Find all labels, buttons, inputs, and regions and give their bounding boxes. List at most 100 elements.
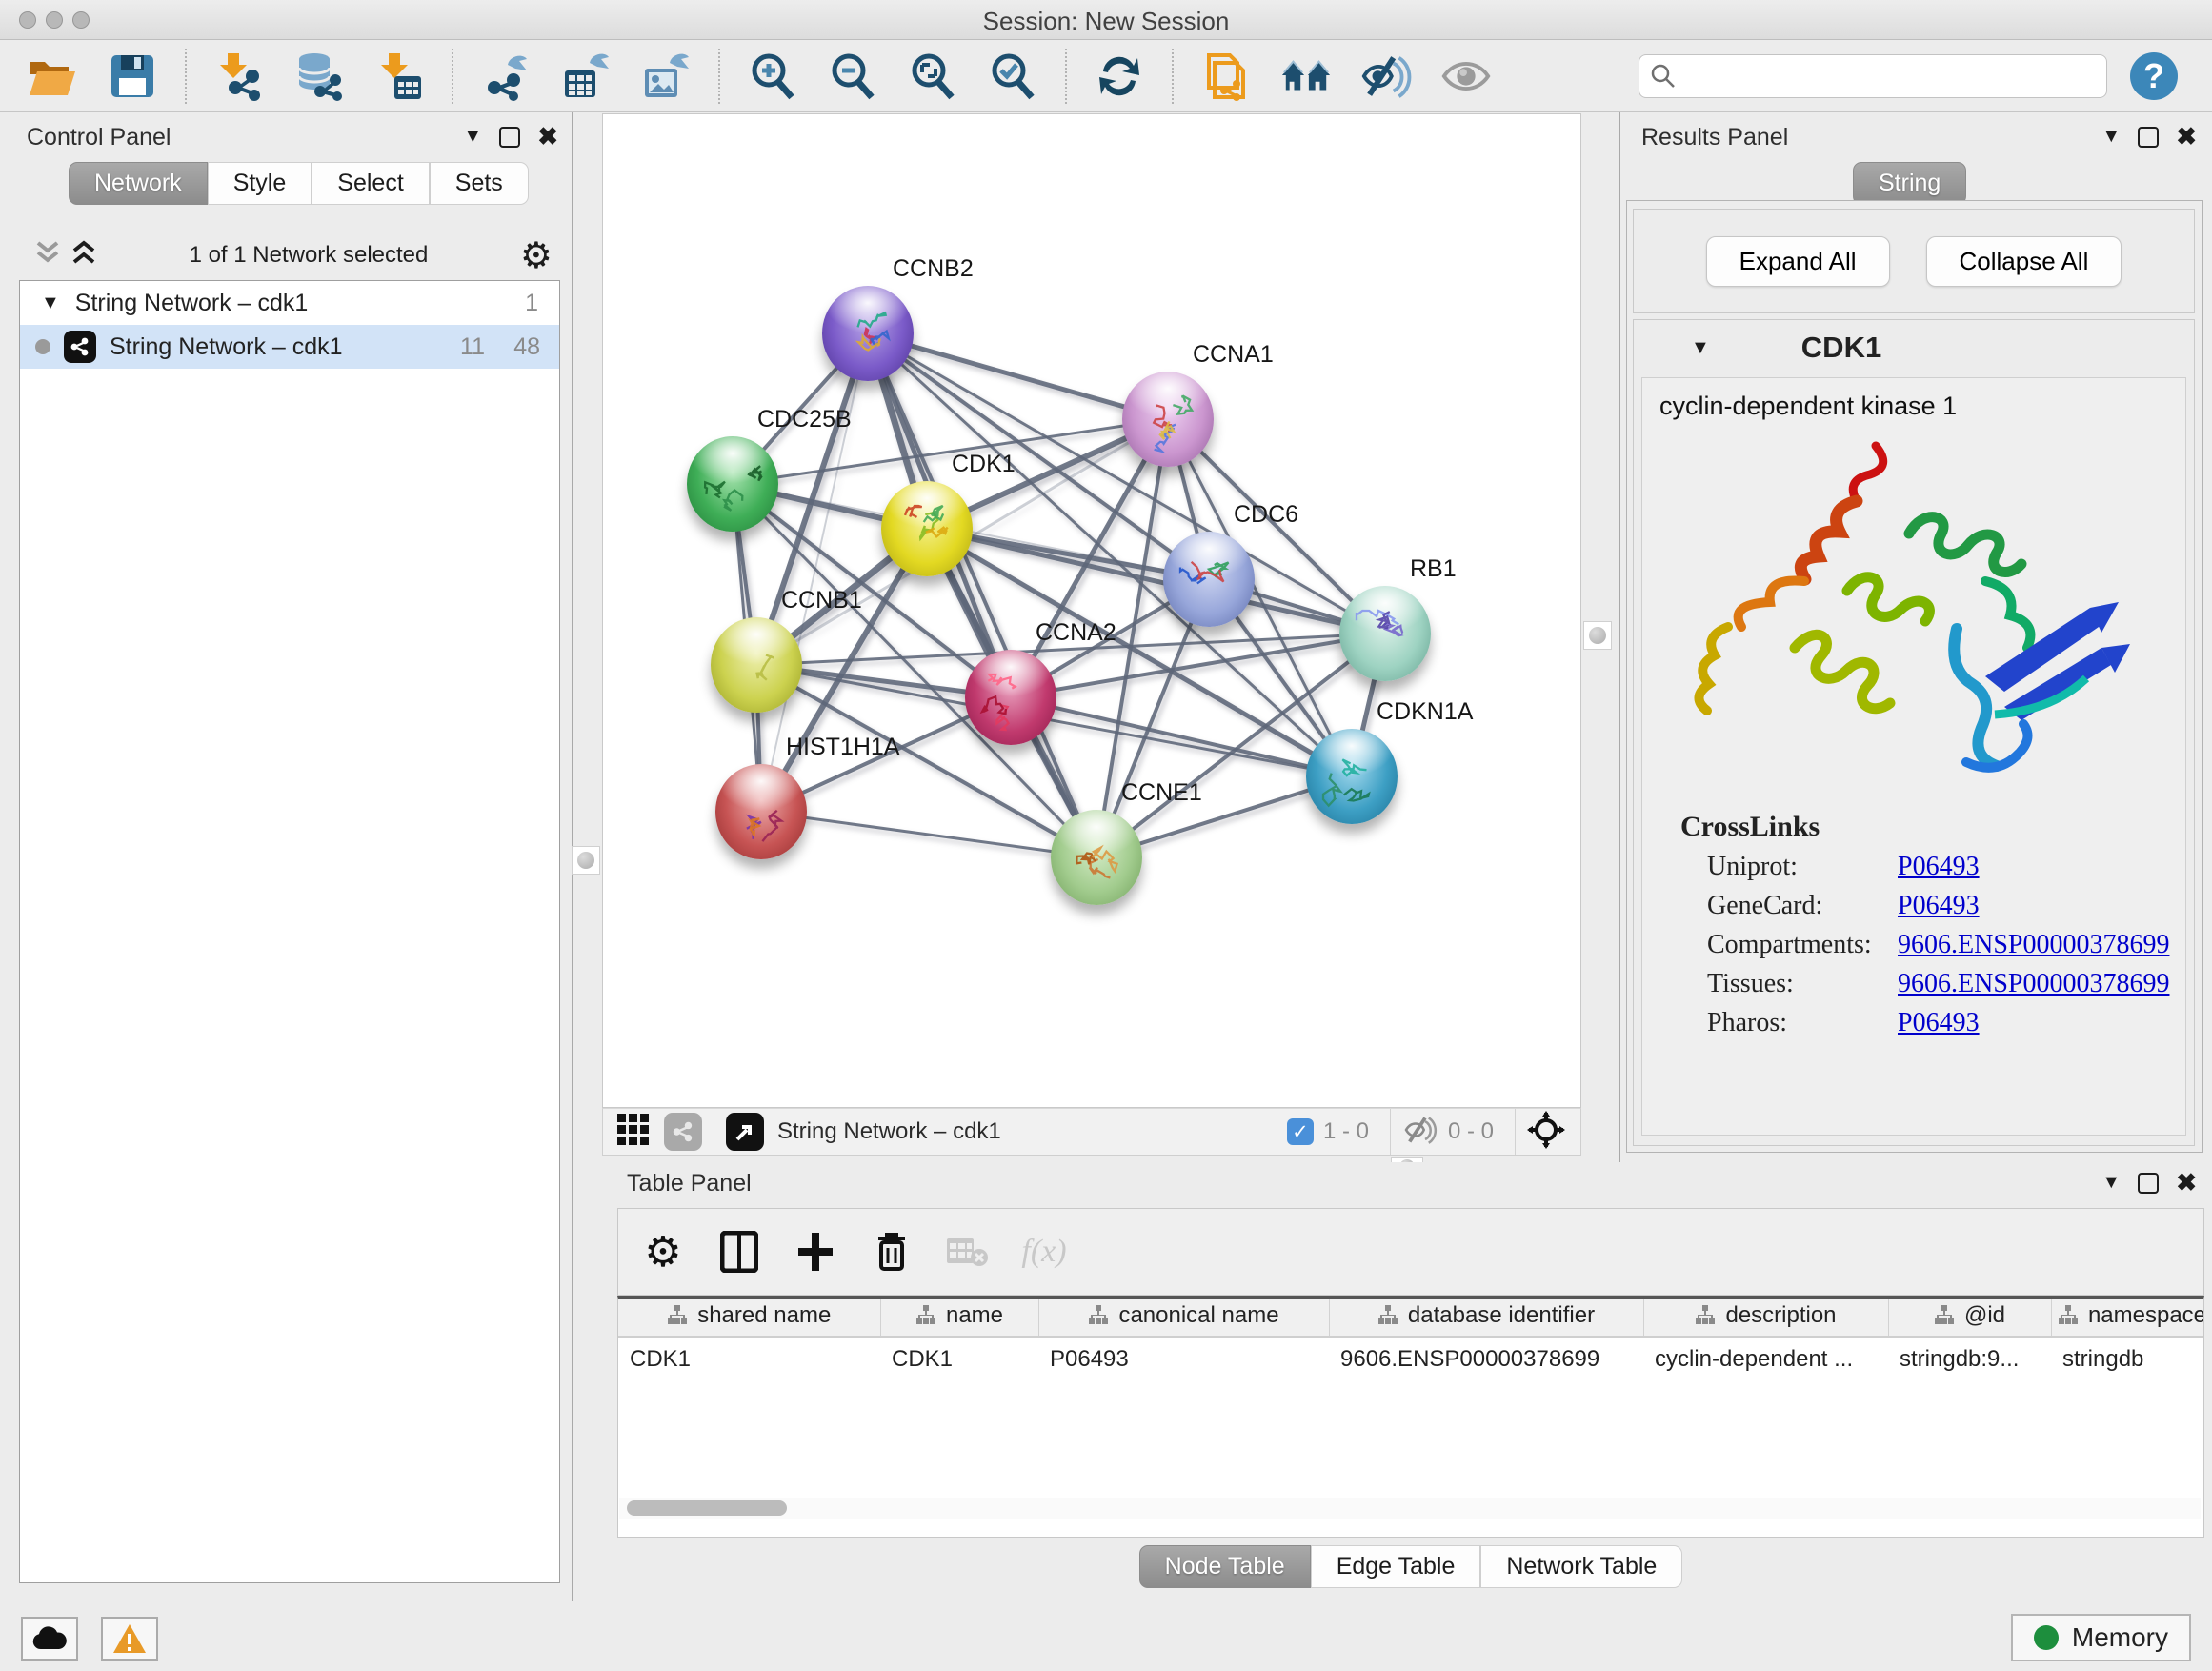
network-options-gear-icon[interactable]: ⚙ xyxy=(520,234,553,277)
column-header-database-identifier[interactable]: database identifier xyxy=(1329,1299,1643,1337)
add-column-icon[interactable] xyxy=(794,1230,837,1274)
selected-checkbox-icon[interactable]: ✓ xyxy=(1287,1118,1314,1145)
export-table-icon[interactable] xyxy=(560,50,612,102)
expand-all-button[interactable]: Expand All xyxy=(1706,236,1890,287)
control-panel-tab-network[interactable]: Network xyxy=(69,162,208,205)
table-cell[interactable]: 9606.ENSP00000378699 xyxy=(1329,1337,1643,1380)
fit-crosshair-icon[interactable] xyxy=(1527,1111,1565,1154)
import-network-icon[interactable] xyxy=(213,50,265,102)
control-panel-float-icon[interactable] xyxy=(499,127,520,148)
expand-all-icon[interactable] xyxy=(70,239,97,272)
column-header-shared-name[interactable]: shared name xyxy=(618,1299,880,1337)
crosslink-link[interactable]: P06493 xyxy=(1898,1008,1980,1038)
results-panel-tab-string[interactable]: String xyxy=(1853,162,1966,205)
entry-collapse-icon[interactable]: ▼ xyxy=(1691,337,1710,359)
zoom-fit-icon[interactable] xyxy=(907,50,958,102)
show-columns-icon[interactable] xyxy=(717,1230,761,1274)
network-node-ccnb2[interactable] xyxy=(822,286,914,381)
cloud-status-button[interactable] xyxy=(21,1617,78,1661)
table-cell[interactable]: CDK1 xyxy=(618,1337,880,1380)
column-header-description[interactable]: description xyxy=(1643,1299,1888,1337)
search-input[interactable] xyxy=(1676,63,2076,90)
tab-node-table[interactable]: Node Table xyxy=(1139,1545,1311,1588)
results-panel-close-icon[interactable]: ✖ xyxy=(2176,122,2197,151)
control-panel-close-icon[interactable]: ✖ xyxy=(537,122,558,151)
zoom-in-icon[interactable] xyxy=(747,50,798,102)
network-node-cdk1[interactable] xyxy=(881,481,973,576)
network-node-ccna2[interactable] xyxy=(965,650,1056,745)
table-panel-collapse-icon[interactable]: ▼ xyxy=(2101,1172,2121,1194)
collapse-all-icon[interactable] xyxy=(34,239,61,272)
search-box[interactable] xyxy=(1639,54,2107,98)
save-session-icon[interactable] xyxy=(107,50,158,102)
column-header-namespace[interactable]: namespace xyxy=(2051,1299,2204,1337)
table-settings-gear-icon[interactable]: ⚙ xyxy=(641,1230,685,1274)
network-node-cdc25b[interactable] xyxy=(687,436,778,532)
network-canvas[interactable]: CCNB2CCNA1CDC25BCDK1CDC6RB1CCNB1CCNA2CDK… xyxy=(602,113,1581,1108)
first-neighbors-icon[interactable] xyxy=(1280,50,1332,102)
import-network-database-icon[interactable] xyxy=(293,50,345,102)
column-header-name[interactable]: name xyxy=(880,1299,1038,1337)
open-in-window-icon[interactable] xyxy=(726,1113,764,1151)
network-node-rb1[interactable] xyxy=(1339,586,1431,681)
table-panel-close-icon[interactable]: ✖ xyxy=(2176,1168,2197,1198)
table-panel-float-icon[interactable] xyxy=(2138,1173,2159,1194)
zoom-selected-icon[interactable] xyxy=(987,50,1038,102)
open-session-icon[interactable] xyxy=(27,50,78,102)
zoom-out-icon[interactable] xyxy=(827,50,878,102)
table-cell[interactable]: stringdb xyxy=(2051,1337,2204,1380)
table-row[interactable]: CDK1CDK1P064939606.ENSP00000378699cyclin… xyxy=(618,1337,2204,1380)
right-splitter-handle[interactable] xyxy=(1583,621,1612,650)
table-cell[interactable]: cyclin-dependent ... xyxy=(1643,1337,1888,1380)
network-node-hist1h1a[interactable] xyxy=(715,764,807,859)
table-cell[interactable]: stringdb:9... xyxy=(1888,1337,2051,1380)
network-node-cdc6[interactable] xyxy=(1163,532,1255,627)
results-panel-collapse-icon[interactable]: ▼ xyxy=(2101,126,2121,148)
scrollbar-thumb[interactable] xyxy=(627,1500,787,1516)
crosslink-link[interactable]: P06493 xyxy=(1898,891,1980,921)
duplicate-network-icon[interactable] xyxy=(1200,50,1252,102)
column-header-canonical-name[interactable]: canonical name xyxy=(1038,1299,1329,1337)
tab-network-table[interactable]: Network Table xyxy=(1480,1545,1682,1588)
control-panel-tab-style[interactable]: Style xyxy=(208,162,312,205)
control-panel: Control Panel ▼ ✖ NetworkStyleSelectSets… xyxy=(0,112,572,1601)
network-node-ccna1[interactable] xyxy=(1122,372,1214,467)
crosslink-link[interactable]: 9606.ENSP00000378699 xyxy=(1898,930,2169,960)
birdseye-grid-icon[interactable] xyxy=(616,1113,651,1152)
control-panel-tab-select[interactable]: Select xyxy=(312,162,429,205)
show-all-icon[interactable] xyxy=(1440,50,1492,102)
results-panel-float-icon[interactable] xyxy=(2138,127,2159,148)
network-row[interactable]: String Network – cdk1 11 48 xyxy=(20,325,559,369)
crosslink-link[interactable]: P06493 xyxy=(1898,852,1980,882)
network-edge[interactable] xyxy=(868,333,1385,634)
collapse-all-button[interactable]: Collapse All xyxy=(1926,236,2122,287)
collection-expand-icon[interactable]: ▼ xyxy=(41,292,60,314)
table-cell[interactable]: P06493 xyxy=(1038,1337,1329,1380)
network-node-ccnb1[interactable] xyxy=(711,617,802,713)
network-edge[interactable] xyxy=(927,529,1385,634)
export-network-icon[interactable] xyxy=(480,50,532,102)
network-edge[interactable] xyxy=(761,812,1096,857)
network-node-cdkn1a[interactable] xyxy=(1306,729,1398,824)
tab-edge-table[interactable]: Edge Table xyxy=(1311,1545,1481,1588)
export-image-icon[interactable] xyxy=(640,50,692,102)
crosslinks-list: Uniprot:P06493GeneCard:P06493Compartment… xyxy=(1642,852,2185,1038)
table-cell[interactable]: CDK1 xyxy=(880,1337,1038,1380)
network-edge[interactable] xyxy=(1011,697,1352,776)
table-horizontal-scrollbar[interactable] xyxy=(619,1498,2201,1519)
import-table-icon[interactable] xyxy=(373,50,425,102)
network-edge[interactable] xyxy=(868,333,1096,857)
network-collection-row[interactable]: ▼ String Network – cdk1 1 xyxy=(20,281,559,325)
column-header--id[interactable]: @id xyxy=(1888,1299,2051,1337)
hide-selected-icon[interactable] xyxy=(1360,50,1412,102)
help-button[interactable]: ? xyxy=(2130,52,2178,100)
control-panel-tab-sets[interactable]: Sets xyxy=(430,162,529,205)
refresh-icon[interactable] xyxy=(1094,50,1145,102)
network-node-ccne1[interactable] xyxy=(1051,810,1142,905)
memory-button[interactable]: Memory xyxy=(2011,1614,2191,1661)
warning-status-button[interactable] xyxy=(101,1617,158,1661)
control-panel-collapse-icon[interactable]: ▼ xyxy=(463,126,482,148)
crosslink-link[interactable]: 9606.ENSP00000378699 xyxy=(1898,969,2169,999)
delete-column-icon[interactable] xyxy=(870,1230,914,1274)
left-splitter-handle[interactable] xyxy=(572,846,600,875)
